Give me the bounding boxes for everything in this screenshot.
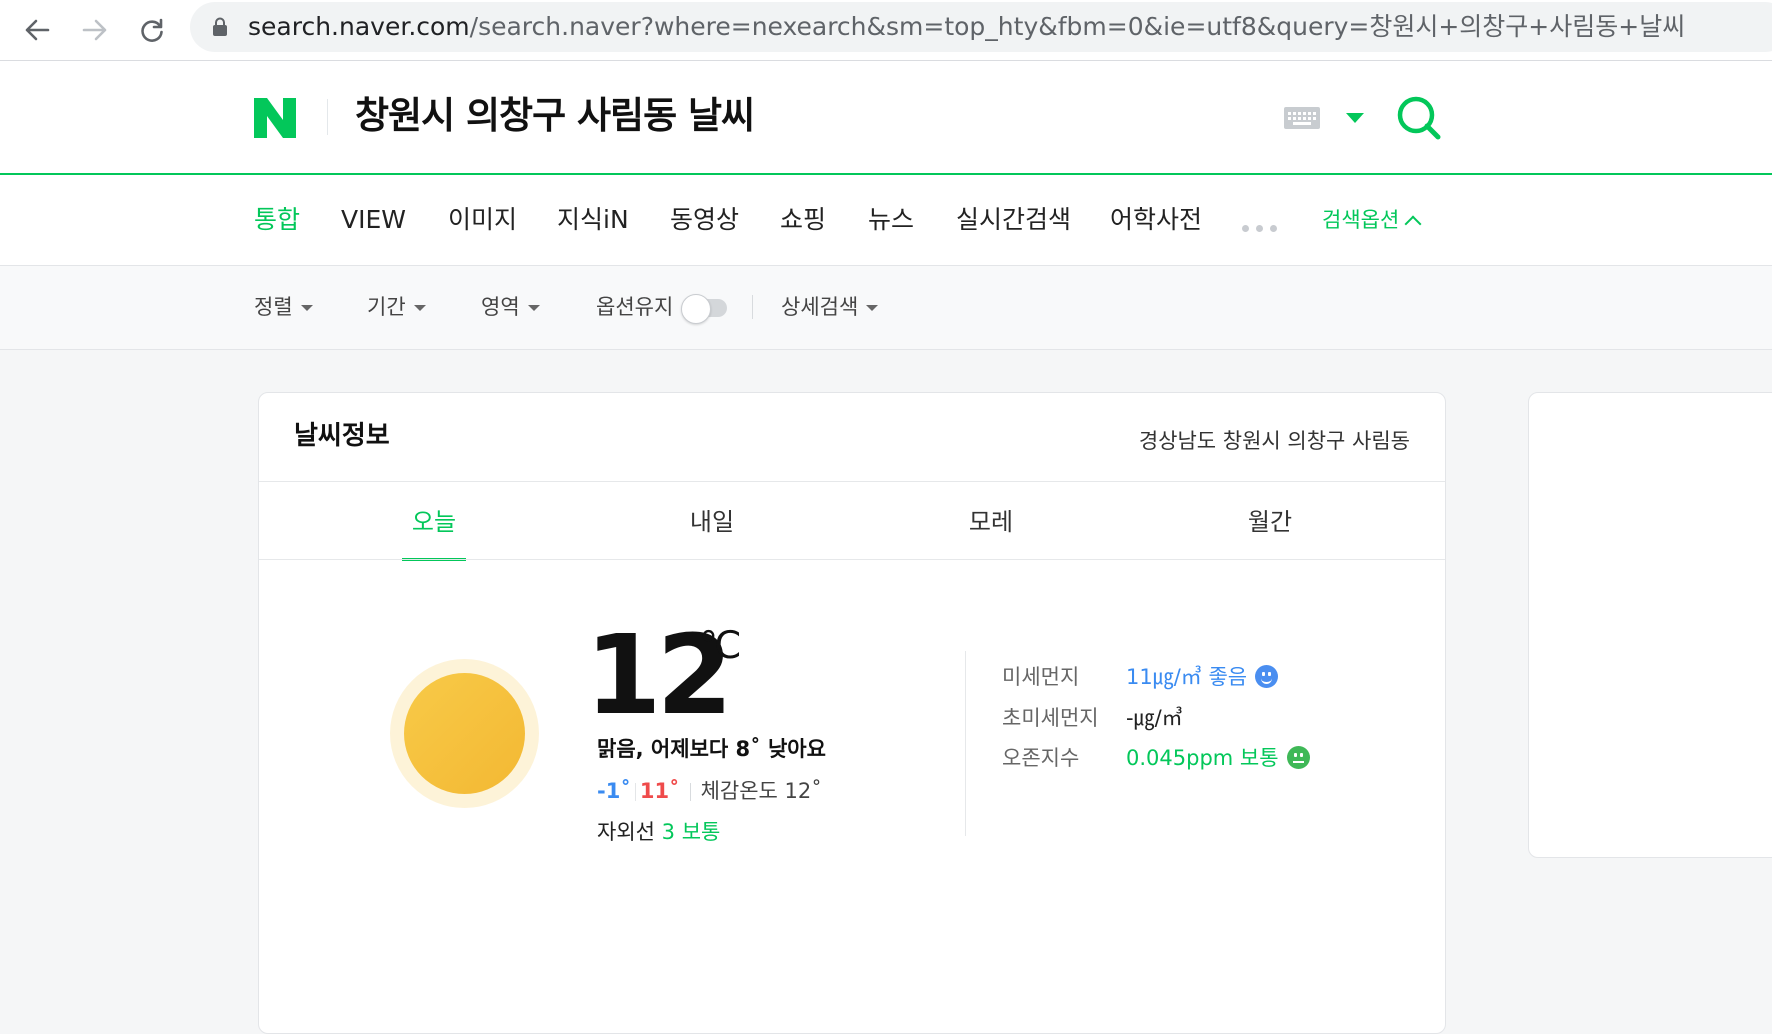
tab-dictionary[interactable]: 어학사전 bbox=[1110, 175, 1202, 265]
caret-down-icon bbox=[527, 305, 540, 311]
filter-area[interactable]: 영역 bbox=[481, 266, 540, 349]
tab-shopping[interactable]: 쇼핑 bbox=[780, 175, 826, 265]
air-divider bbox=[965, 651, 966, 836]
keyboard-icon[interactable] bbox=[1284, 107, 1320, 129]
weather-summary: 맑음, 어제보다 8˚ 낮아요 bbox=[597, 737, 826, 761]
arrow-left-icon bbox=[25, 19, 50, 41]
filter-bar: 정렬 기간 영역 옵션유지 상세검색 bbox=[0, 266, 1772, 350]
browser-toolbar: search.naver.com/search.naver?where=nexe… bbox=[0, 0, 1772, 61]
tab-today[interactable]: 오늘 bbox=[402, 483, 466, 561]
tab-view[interactable]: VIEW bbox=[341, 175, 406, 265]
keep-option-label: 옵션유지 bbox=[596, 295, 674, 319]
filter-divider bbox=[752, 295, 753, 319]
feels-like-temperature: 체감온도 12˚ bbox=[700, 779, 822, 803]
tab-news[interactable]: 뉴스 bbox=[868, 175, 914, 265]
min-temperature: -1˚ bbox=[597, 779, 631, 803]
uv-label: 자외선 bbox=[597, 820, 655, 844]
address-bar[interactable]: search.naver.com/search.naver?where=nexe… bbox=[190, 2, 1772, 52]
tab-tomorrow[interactable]: 내일 bbox=[680, 483, 744, 560]
forward-button[interactable] bbox=[74, 10, 114, 50]
side-panel-card bbox=[1528, 392, 1772, 858]
ozone-label: 오존지수 bbox=[1002, 746, 1080, 770]
tabs-divider bbox=[259, 559, 1445, 560]
weather-card-title: 날씨정보 bbox=[294, 421, 390, 451]
naver-logo-icon[interactable] bbox=[254, 98, 296, 138]
lock-icon bbox=[213, 17, 227, 36]
uv-index: 자외선 3 보통 bbox=[597, 816, 720, 846]
temperature-unit: ℃ bbox=[699, 623, 742, 667]
filter-detail-search[interactable]: 상세검색 bbox=[781, 266, 879, 349]
max-temperature: 11˚ bbox=[639, 779, 680, 803]
url-text: search.naver.com/search.naver?where=nexe… bbox=[248, 12, 1686, 41]
autocomplete-toggle-caret-icon[interactable] bbox=[1346, 113, 1364, 123]
filter-period[interactable]: 기간 bbox=[367, 266, 426, 349]
tab-integrated[interactable]: 통합 bbox=[254, 175, 300, 265]
ultra-fine-dust-value[interactable]: -㎍/㎥ bbox=[1126, 702, 1183, 732]
tab-day-after[interactable]: 모레 bbox=[959, 483, 1023, 560]
ozone-value[interactable]: 0.045ppm 보통 bbox=[1126, 742, 1310, 772]
tab-knowledge-in[interactable]: 지식iN bbox=[557, 175, 629, 265]
uv-value: 3 보통 bbox=[661, 820, 721, 844]
reload-button[interactable] bbox=[131, 10, 171, 50]
min-max-temperature: -1˚ 11˚ 체감온도 12˚ bbox=[597, 775, 822, 805]
search-tabs: 통합 VIEW 이미지 지식iN 동영상 쇼핑 뉴스 실시간검색 어학사전 검색… bbox=[0, 175, 1772, 266]
sunny-icon bbox=[404, 673, 525, 794]
smile-face-icon bbox=[1255, 665, 1279, 688]
back-button[interactable] bbox=[16, 10, 56, 50]
weather-card: 날씨정보 경상남도 창원시 의창구 사림동 오늘 내일 모레 월간 12 ℃ 맑… bbox=[258, 392, 1446, 1034]
search-input[interactable]: 창원시 의창구 사림동 날씨 bbox=[355, 88, 755, 144]
keep-option-toggle[interactable] bbox=[681, 294, 727, 324]
logo-divider bbox=[327, 99, 328, 135]
tab-video[interactable]: 동영상 bbox=[670, 175, 739, 265]
tab-monthly[interactable]: 월간 bbox=[1238, 483, 1302, 560]
caret-down-icon bbox=[413, 305, 426, 311]
reload-icon bbox=[141, 18, 163, 42]
filter-sort[interactable]: 정렬 bbox=[254, 266, 313, 349]
caret-down-icon bbox=[866, 305, 879, 311]
chevron-up-icon bbox=[1404, 215, 1422, 233]
weather-location[interactable]: 경상남도 창원시 의창구 사림동 bbox=[1139, 425, 1410, 455]
fine-dust-value[interactable]: 11㎍/㎥ 좋음 bbox=[1126, 661, 1279, 691]
naver-header: 창원시 의창구 사림동 날씨 bbox=[0, 61, 1772, 175]
tab-realtime[interactable]: 실시간검색 bbox=[956, 175, 1071, 265]
card-divider bbox=[259, 481, 1445, 482]
search-icon[interactable] bbox=[1396, 95, 1442, 141]
neutral-face-icon bbox=[1286, 746, 1310, 769]
search-options-button[interactable]: 검색옵션 bbox=[1322, 175, 1422, 265]
arrow-right-icon bbox=[82, 19, 107, 41]
caret-down-icon bbox=[300, 305, 313, 311]
tab-images[interactable]: 이미지 bbox=[448, 175, 517, 265]
ultra-fine-dust-label: 초미세먼지 bbox=[1002, 706, 1099, 730]
fine-dust-label: 미세먼지 bbox=[1002, 665, 1080, 689]
more-tabs-icon[interactable] bbox=[1242, 217, 1284, 236]
